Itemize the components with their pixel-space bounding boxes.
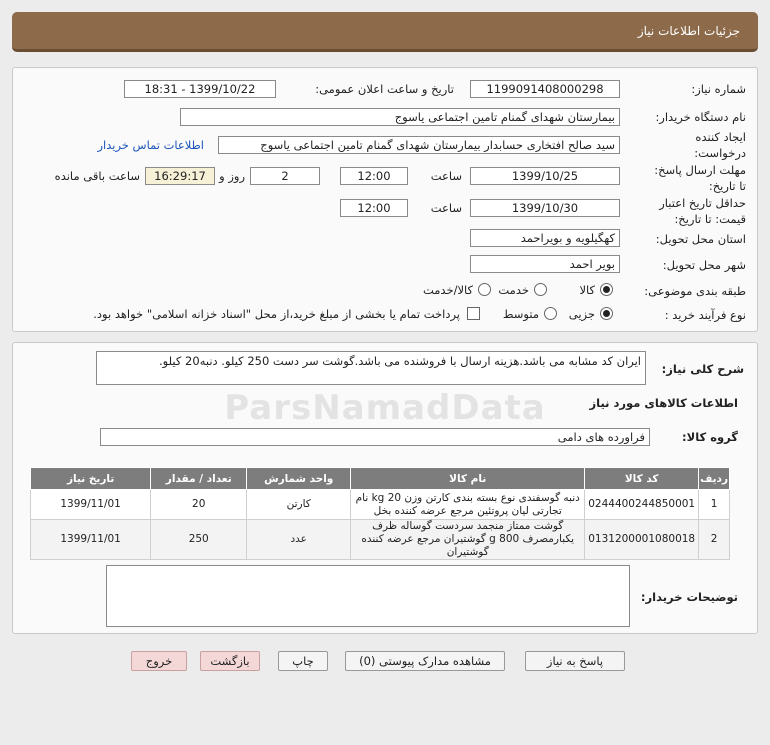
province-label: استان محل تحویل: — [655, 232, 746, 246]
process-label: نوع فرآیند خرید : — [664, 308, 746, 322]
remaining-time-field: 16:29:17 — [145, 167, 215, 185]
process-option-medium: متوسط — [502, 307, 539, 321]
category-radio-goods[interactable] — [600, 283, 613, 296]
buyer-notes-label: توضیحات خریدار: — [640, 590, 738, 604]
page-header: جزئیات اطلاعات نیاز — [12, 12, 758, 52]
need-number-field: 1199091408000298 — [470, 80, 620, 98]
contact-info-link[interactable]: اطلاعات تماس خریدار — [97, 138, 204, 152]
reply-button[interactable]: پاسخ به نیاز — [525, 651, 625, 671]
description-label: شرح کلی نیاز: — [661, 362, 744, 376]
days-field: 2 — [250, 167, 320, 185]
category-option-service: خدمت — [498, 283, 529, 297]
exit-button[interactable]: خروج — [131, 651, 187, 671]
description-box: ایران کد مشابه می باشد.هزینه ارسال با فر… — [96, 351, 646, 385]
view-attachments-button[interactable]: مشاهده مدارک پیوستی (0) — [345, 651, 505, 671]
category-radio-goods-service[interactable] — [478, 283, 491, 296]
process-option-minor: جزیی — [568, 307, 595, 321]
buyer-notes-box[interactable] — [106, 565, 630, 627]
treasury-payment-checkbox[interactable] — [467, 307, 480, 320]
category-label: طبقه بندی موضوعی: — [644, 284, 746, 298]
back-button[interactable]: بازگشت — [200, 651, 260, 671]
goods-group-label: گروه کالا: — [682, 430, 738, 444]
creator-label-2: درخواست: — [694, 146, 746, 160]
category-option-goods-service: کالا/خدمت — [422, 283, 473, 297]
table-row[interactable]: 2 0131200001080018 گوشت ممتاز منجمد سردس… — [29, 519, 730, 560]
col-row: ردیف — [698, 467, 730, 490]
col-qty: تعداد / مقدار — [150, 467, 248, 490]
process-radio-minor[interactable] — [600, 307, 613, 320]
deadline-time-field: 12:00 — [340, 167, 408, 185]
validity-label-1: حداقل تاریخ اعتبار — [659, 196, 746, 210]
creator-field: سید صالح افتخاری حسابدار بیمارستان شهدای… — [218, 136, 620, 154]
cell-qty: 250 — [150, 519, 248, 560]
goods-section-title: اطلاعات کالاهای مورد نیاز — [589, 396, 738, 410]
goods-group-field: فراورده های دامی — [100, 428, 650, 446]
table-header-row: ردیف کد کالا نام کالا واحد شمارش تعداد /… — [29, 467, 730, 490]
payment-note: پرداخت تمام یا بخشی از مبلغ خرید،از محل … — [93, 307, 460, 321]
cell-unit: کارتن — [246, 489, 352, 520]
print-button[interactable]: چاپ — [278, 651, 328, 671]
col-date: تاریخ نیاز — [29, 467, 152, 490]
cell-date: 1399/11/01 — [29, 519, 152, 560]
validity-time-field: 12:00 — [340, 199, 408, 217]
table-row[interactable]: 1 0244400244850001 دنبه گوسفندی نوع بسته… — [29, 489, 730, 520]
category-radio-service[interactable] — [534, 283, 547, 296]
goods-table: ردیف کد کالا نام کالا واحد شمارش تعداد /… — [29, 467, 730, 560]
col-name: نام کالا — [350, 467, 586, 490]
deadline-label-2: تا تاریخ: — [708, 179, 746, 193]
cell-row: 1 — [698, 489, 730, 520]
city-field: بویر احمد — [470, 255, 620, 273]
cell-row: 2 — [698, 519, 730, 560]
remaining-label: ساعت باقی مانده — [54, 169, 140, 183]
watermark-text: ParsNamadData — [224, 388, 546, 428]
city-label: شهر محل تحویل: — [662, 258, 746, 272]
creator-label-1: ایجاد کننده — [695, 130, 746, 144]
announce-field: 1399/10/22 - 18:31 — [124, 80, 276, 98]
cell-code: 0131200001080018 — [584, 519, 700, 560]
buyer-field: بیمارستان شهدای گمنام تامین اجتماعی یاسو… — [180, 108, 620, 126]
cell-name: دنبه گوسفندی نوع بسته بندی کارتن وزن 20 … — [350, 489, 586, 520]
deadline-date-field: 1399/10/25 — [470, 167, 620, 185]
cell-unit: عدد — [246, 519, 352, 560]
col-unit: واحد شمارش — [246, 467, 352, 490]
col-code: کد کالا — [584, 467, 700, 490]
page-title: جزئیات اطلاعات نیاز — [637, 24, 740, 38]
announce-label: تاریخ و ساعت اعلان عمومی: — [315, 82, 454, 96]
cell-code: 0244400244850001 — [584, 489, 700, 520]
category-option-goods: کالا — [579, 283, 595, 297]
validity-label-2: قیمت: تا تاریخ: — [674, 212, 746, 226]
deadline-label-1: مهلت ارسال پاسخ: — [654, 163, 746, 177]
need-number-label: شماره نیاز: — [691, 82, 746, 96]
process-radio-medium[interactable] — [544, 307, 557, 320]
buyer-label: نام دستگاه خریدار: — [655, 110, 746, 124]
cell-qty: 20 — [150, 489, 248, 520]
validity-time-label: ساعت — [430, 201, 462, 215]
cell-name: گوشت ممتاز منجمد سردست گوساله ظرف یکبارم… — [350, 519, 586, 560]
cell-date: 1399/11/01 — [29, 489, 152, 520]
province-field: کهگیلویه و بویراحمد — [470, 229, 620, 247]
deadline-time-label: ساعت — [430, 169, 462, 183]
days-label: روز و — [219, 169, 245, 183]
validity-date-field: 1399/10/30 — [470, 199, 620, 217]
